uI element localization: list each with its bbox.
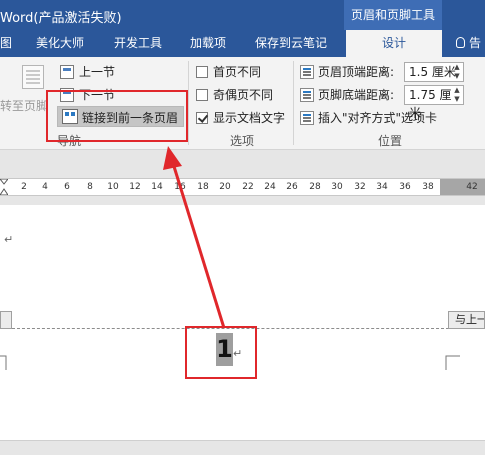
footer-position-icon <box>300 88 314 102</box>
insert-alignment-tab-button[interactable]: 插入"对齐方式"选项卡 <box>300 109 437 126</box>
goto-footer-button[interactable]: 转至页脚 <box>0 97 48 114</box>
ruler-margin-area <box>440 179 485 195</box>
ruler-tick: 42 <box>466 182 478 192</box>
alignment-tab-icon <box>300 111 314 125</box>
same-as-previous-tab: 与上一 <box>448 311 485 329</box>
ruler-tick: 38 <box>422 182 434 192</box>
tell-me-button[interactable]: 告 <box>456 30 481 57</box>
tab-developer[interactable]: 开发工具 <box>114 30 162 57</box>
different-first-page-label: 首页不同 <box>213 65 262 79</box>
ruler-tick: 16 <box>174 182 186 192</box>
ruler-tick: 6 <box>64 182 70 192</box>
previous-section-button[interactable]: 上一节 <box>60 63 115 80</box>
show-document-text-label: 显示文档文字 <box>213 111 286 125</box>
ruler-tick: 22 <box>242 182 254 192</box>
ruler-tick: 28 <box>309 182 321 192</box>
ruler-tick: 32 <box>354 182 366 192</box>
header-position-icon <box>300 65 314 79</box>
position-group-label: 位置 <box>378 134 403 148</box>
group-divider <box>293 61 294 145</box>
tab-insert[interactable]: 图 <box>0 30 12 57</box>
header-top-distance-input[interactable]: 1.5 厘米 ▲ ▼ <box>404 62 464 82</box>
ruler-tick: 20 <box>219 182 231 192</box>
window-title: Word(产品激活失败) <box>0 11 122 26</box>
footer-bottom-distance-input[interactable]: 1.75 厘米 ▲ ▼ <box>404 85 464 120</box>
goto-footer-icon[interactable] <box>22 65 44 89</box>
insert-alignment-tab-label: 插入"对齐方式"选项卡 <box>318 111 438 125</box>
tab-save-to-cloud-notes[interactable]: 保存到云笔记 <box>255 30 327 57</box>
spinner-arrows-icon[interactable]: ▲ ▼ <box>451 63 463 81</box>
ribbon-tab-bar: 图 美化大师 开发工具 加载项 保存到云笔记 设计 告 <box>0 30 485 57</box>
show-document-text-checkbox[interactable]: 显示文档文字 <box>196 109 285 126</box>
title-bar: Word(产品激活失败) 页眉和页脚工具 <box>0 0 485 30</box>
footer-bottom-distance-label: 页脚底端距离: <box>300 86 394 103</box>
header-top-distance-text: 页眉顶端距离: <box>318 65 395 79</box>
ruler-tick: 14 <box>151 182 163 192</box>
ruler-tick: 36 <box>399 182 411 192</box>
footer-bottom-distance-text: 页脚底端距离: <box>318 88 395 102</box>
show-document-text-box <box>196 112 208 124</box>
ruler-tick: 26 <box>286 182 298 192</box>
ruler-tick: 4 <box>42 182 48 192</box>
crop-mark-icon <box>0 355 7 370</box>
document-page[interactable]: ↵ 与上一 1 ↵ <box>0 205 485 440</box>
previous-section-label: 上一节 <box>79 65 116 79</box>
different-first-page-checkbox[interactable]: 首页不同 <box>196 63 261 80</box>
context-tab-title: 页眉和页脚工具 <box>344 0 442 30</box>
tell-me-label: 告 <box>469 36 482 50</box>
spinner-arrows-icon[interactable]: ▲ ▼ <box>451 86 463 104</box>
ruler-tick: 24 <box>264 182 276 192</box>
ruler-tick: 30 <box>331 182 343 192</box>
previous-section-icon <box>60 65 74 79</box>
tab-addins[interactable]: 加载项 <box>190 30 226 57</box>
ruler-tick: 12 <box>129 182 141 192</box>
group-divider <box>188 61 189 145</box>
options-group-label: 选项 <box>230 134 255 148</box>
odd-even-pages-checkbox[interactable]: 奇偶页不同 <box>196 86 273 103</box>
indent-marker-icon[interactable] <box>0 179 8 195</box>
tab-design[interactable]: 设计 <box>346 30 442 57</box>
ruler-tick: 2 <box>21 182 27 192</box>
header-top-distance-value: 1.5 厘米 <box>409 65 456 79</box>
odd-even-pages-box <box>196 89 208 101</box>
different-first-page-box <box>196 66 208 78</box>
header-top-distance-label: 页眉顶端距离: <box>300 63 394 80</box>
tab-beautify-master[interactable]: 美化大师 <box>36 30 84 57</box>
ruler-tick: 8 <box>87 182 93 192</box>
ruler-tick: 10 <box>107 182 119 192</box>
ruler-tick: 18 <box>197 182 209 192</box>
highlight-box-link-button <box>46 90 188 142</box>
odd-even-pages-label: 奇偶页不同 <box>213 88 274 102</box>
footer-tab-left <box>0 311 12 329</box>
highlight-box-page-number <box>185 326 257 379</box>
lightbulb-icon <box>456 37 465 48</box>
ruler-tick: 34 <box>376 182 388 192</box>
horizontal-ruler[interactable]: 2 4 6 8 10 12 14 16 18 20 22 24 26 28 30… <box>0 178 485 196</box>
ruler-area: 2 4 6 8 10 12 14 16 18 20 22 24 26 28 30… <box>0 150 485 205</box>
paragraph-mark: ↵ <box>4 233 14 246</box>
crop-mark-icon <box>445 355 460 370</box>
status-bar <box>0 440 485 455</box>
